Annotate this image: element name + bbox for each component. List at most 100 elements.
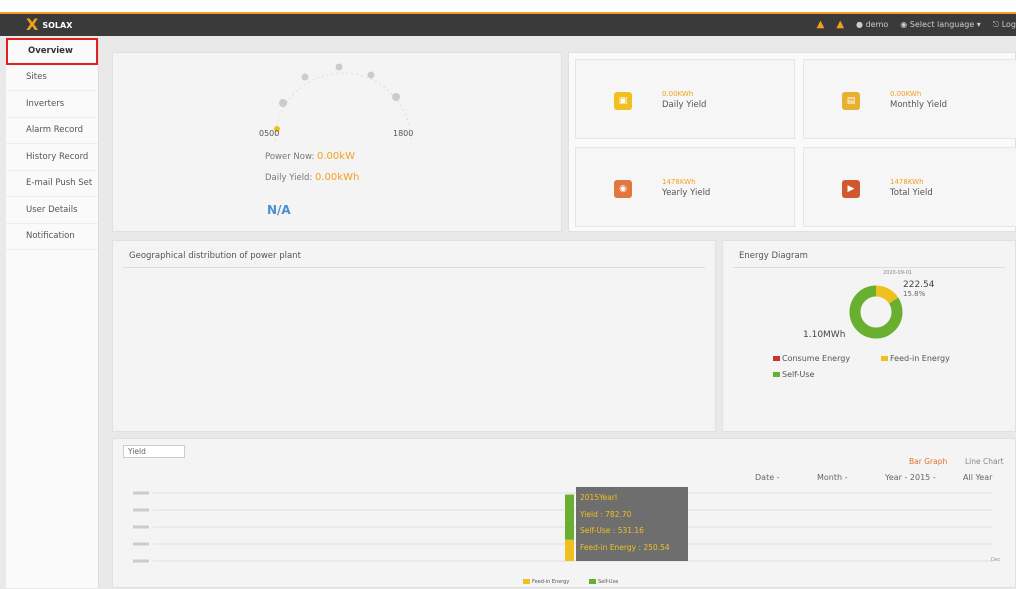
panel-title: Energy Diagram xyxy=(739,251,808,261)
sidebar-item-label: Alarm Record xyxy=(26,125,84,136)
tooltip-title: 2015Yearl xyxy=(580,493,618,502)
logo[interactable]: X SOLAX xyxy=(26,17,72,33)
legend-label: Consume Energy xyxy=(782,354,851,363)
legend-swatch xyxy=(773,356,780,361)
bar-graph-button[interactable]: Bar Graph xyxy=(909,457,947,466)
sidebar-item-label: Inverters xyxy=(26,98,65,109)
filter-label: Month - xyxy=(817,473,848,482)
legend-feed-in[interactable]: Feed-in Energy xyxy=(881,354,950,363)
chart-legend-feed[interactable]: Feed-in Energy xyxy=(523,579,569,585)
top-right-tools: ▲ ▲ ● demo ◉ Select language ▾ ⎋ Log xyxy=(817,19,1016,30)
geo-distribution-panel: Geographical distribution of power plant xyxy=(112,240,716,432)
sidebar-item-label: Notification xyxy=(26,231,75,242)
sidebar-item-label: User Details xyxy=(26,204,78,215)
sidebar-item-label: History Record xyxy=(26,151,89,162)
legend-label: Self-Use xyxy=(598,579,619,585)
tooltip-yield: Yield : 782.70 xyxy=(580,509,632,519)
daily-yield-value: 0.00kWh xyxy=(315,172,360,183)
yearly-yield-icon: ◉ xyxy=(614,180,632,198)
y-tick-label xyxy=(133,559,149,563)
date-filter[interactable]: Date - xyxy=(755,473,780,482)
donut-left-value: 1.10MWh xyxy=(803,330,846,340)
stat-label: Yearly Yield xyxy=(662,188,711,198)
gauge-start-label: 0500 xyxy=(259,129,280,138)
stat-value: 0.00KWh xyxy=(662,90,694,98)
daily-yield-label: Daily Yield: xyxy=(265,173,313,183)
year-filter[interactable]: Year - 2015 - xyxy=(885,473,936,482)
total-yield-card: ▶ 1478KWh Total Yield xyxy=(803,147,1016,227)
sidebar-item-overview[interactable]: Overview xyxy=(6,38,98,65)
donut-date-label: 2020-09-01 xyxy=(883,270,913,276)
legend-self-use[interactable]: Self-Use xyxy=(773,370,814,379)
yield-chart-panel: Yield Bar Graph Line Chart Date - Month … xyxy=(112,438,1016,588)
y-tick-label xyxy=(133,542,149,546)
total-yield-icon: ▶ xyxy=(842,180,860,198)
stat-value: 1478KWh xyxy=(662,178,696,186)
language-select[interactable]: ◉ Select language ▾ xyxy=(900,20,981,29)
power-now-value: 0.00kW xyxy=(317,151,355,162)
stat-value: 0.00KWh xyxy=(890,90,922,98)
daily-yield-row: Daily Yield: 0.00kWh xyxy=(265,172,359,183)
notification-icon[interactable]: ▲ xyxy=(836,19,844,30)
legend-swatch xyxy=(773,372,780,377)
chart-legend-self[interactable]: Self-Use xyxy=(589,579,618,585)
energy-diagram-panel: Energy Diagram 2020-09-01 222.54 15.8% 1… xyxy=(722,240,1016,432)
stat-label: Monthly Yield xyxy=(890,100,947,110)
legend-label: Feed-in Energy xyxy=(532,579,570,585)
legend-consume[interactable]: Consume Energy xyxy=(773,354,850,363)
panel-title: Geographical distribution of power plant xyxy=(129,251,301,261)
divider xyxy=(123,267,705,268)
yield-stats-panel: ▣ 0.00KWh Daily Yield ▤ 0.00KWh Monthly … xyxy=(568,52,1016,232)
donut-top-pct: 15.8% xyxy=(903,290,926,298)
all-year-filter[interactable]: All Year xyxy=(963,473,992,482)
y-tick-label xyxy=(133,508,149,512)
line-chart-button[interactable]: Line Chart xyxy=(965,457,1004,466)
sidebar-item-alarm-record[interactable]: Alarm Record xyxy=(6,118,98,144)
sidebar-item-history-record[interactable]: History Record xyxy=(6,144,98,171)
divider xyxy=(733,267,1005,268)
sidebar: Overview Sites Inverters Alarm Record Hi… xyxy=(6,38,99,588)
sidebar-item-notification[interactable]: Notification xyxy=(6,224,98,250)
user-menu[interactable]: ● demo xyxy=(856,20,888,29)
bell-icon[interactable]: ▲ xyxy=(817,19,825,30)
donut-top-value: 222.54 xyxy=(903,280,935,290)
filter-label: Date - xyxy=(755,473,780,482)
daily-yield-icon: ▣ xyxy=(614,92,632,110)
status-text: N/A xyxy=(267,203,291,217)
stat-label: Total Yield xyxy=(890,188,933,198)
sidebar-item-label: Sites xyxy=(26,72,47,83)
sidebar-item-user-details[interactable]: User Details xyxy=(6,197,98,224)
legend-label: Self-Use xyxy=(782,370,815,379)
yield-bar-chart xyxy=(133,491,993,563)
select-value: Yield xyxy=(128,447,146,456)
tooltip-feed-in: Feed-in Energy : 250.54 xyxy=(580,542,670,552)
browser-margin xyxy=(0,0,1016,12)
power-now-label: Power Now: xyxy=(265,152,315,162)
gauge-end-label: 1800 xyxy=(393,129,414,138)
bar-self-use[interactable] xyxy=(565,494,574,540)
legend-swatch xyxy=(523,579,530,584)
sidebar-item-email-push[interactable]: E-mail Push Set xyxy=(6,171,98,197)
sidebar-item-sites[interactable]: Sites xyxy=(6,65,98,91)
stat-value: 1478KWh xyxy=(890,178,924,186)
filter-label: All Year xyxy=(963,473,993,482)
legend-label: Feed-in Energy xyxy=(890,354,950,363)
chart-tooltip: 2015Yearl Yield : 782.70 Self-Use : 531.… xyxy=(576,487,688,561)
logout-label: Log xyxy=(1001,19,1016,29)
chart-type-select[interactable]: Yield xyxy=(123,445,185,458)
sidebar-item-label: E-mail Push Set xyxy=(26,178,93,189)
bar-feed-in-energy[interactable] xyxy=(565,539,574,561)
brand-name: SOLAX xyxy=(42,20,73,30)
tooltip-self-use: Self-Use : 531.16 xyxy=(580,526,644,535)
sidebar-item-inverters[interactable]: Inverters xyxy=(6,91,98,118)
month-filter[interactable]: Month - xyxy=(817,473,848,482)
monthly-yield-icon: ▤ xyxy=(842,92,860,110)
username: demo xyxy=(865,20,889,29)
legend-swatch xyxy=(881,356,888,361)
logo-mark: X xyxy=(26,15,39,34)
legend-swatch xyxy=(589,579,596,584)
top-bar: X SOLAX ▲ ▲ ● demo ◉ Select language ▾ ⎋… xyxy=(0,12,1016,36)
filter-label: Year - 2015 - xyxy=(885,473,936,482)
sidebar-item-label: Overview xyxy=(28,46,73,57)
logout-link[interactable]: ⎋ Log xyxy=(993,20,1016,30)
